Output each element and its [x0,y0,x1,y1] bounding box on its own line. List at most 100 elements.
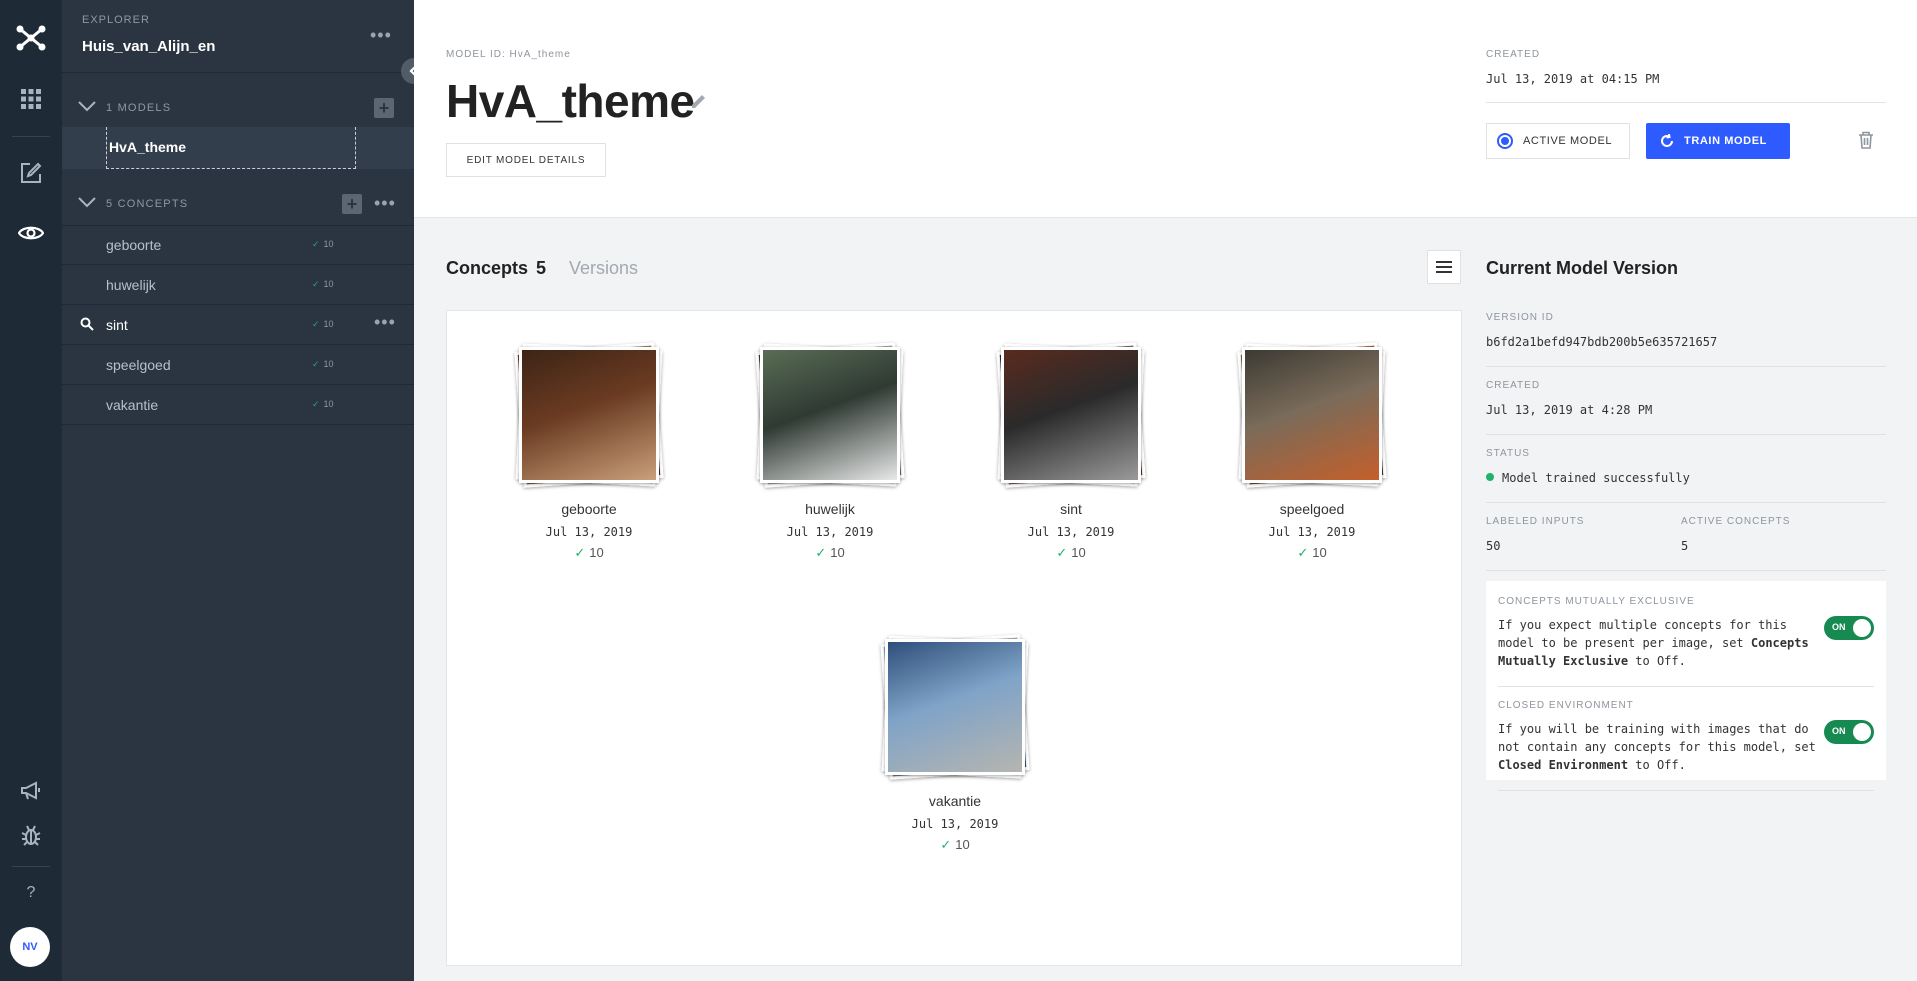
closed-environment-description: If you will be training with images that… [1498,722,1816,772]
page-title: HvA_theme [446,75,695,127]
active-model-button[interactable]: ACTIVE MODEL [1486,123,1630,159]
active-concepts-label: ACTIVE CONCEPTS [1681,516,1791,527]
concept-thumbnail-stack[interactable] [875,633,1035,780]
pencil-icon[interactable] [690,92,708,110]
concept-card-speelgoed[interactable]: speelgoed Jul 13, 2019 ✓ 10 [1232,341,1392,561]
models-count-label: 1 MODELS [106,102,172,114]
explorer-label: EXPLORER [82,14,150,26]
concept-date: Jul 13, 2019 [786,525,874,539]
model-header: MODEL ID: HvA_theme HvA_theme EDIT MODEL… [414,0,1917,218]
tab-concepts[interactable]: Concepts 5 [446,258,546,279]
concept-name: huwelijk [106,277,156,293]
sidebar-divider [62,72,414,73]
panel-divider [1498,686,1874,687]
created-value: Jul 13, 2019 at 04:15 PM [1486,72,1660,86]
list-view-button[interactable] [1427,250,1461,284]
concept-thumbnail-stack[interactable] [509,341,669,488]
train-model-label: TRAIN MODEL [1684,135,1767,147]
panel-divider [1486,434,1886,435]
concept-date: Jul 13, 2019 [545,525,633,539]
avatar[interactable]: NV [10,927,50,967]
concept-card-huwelijk[interactable]: huwelijk Jul 13, 2019 ✓ 10 [750,341,910,561]
concept-card-sint[interactable]: sint Jul 13, 2019 ✓ 10 [991,341,1151,561]
concept-menu-icon[interactable]: ••• [374,313,396,331]
check-icon: ✓ [1056,545,1068,560]
check-icon: ✓ [312,399,320,409]
panel-divider [1486,502,1886,503]
concept-row-huwelijk[interactable]: huwelijk ✓ 10 [62,265,414,305]
train-model-button[interactable]: TRAIN MODEL [1646,123,1790,159]
concept-thumbnail-stack[interactable] [750,341,910,488]
check-icon: ✓ [312,359,320,369]
labeled-inputs-value: 50 [1486,539,1501,553]
mutually-exclusive-label: CONCEPTS MUTUALLY EXCLUSIVE [1498,596,1695,607]
rail-divider [12,136,50,137]
search-icon[interactable] [80,317,94,331]
eye-icon[interactable] [0,218,62,248]
mutually-exclusive-description: If you expect multiple concepts for this… [1498,618,1809,668]
tab-versions[interactable]: Versions [569,258,638,279]
bug-icon[interactable] [0,820,62,850]
concept-row-vakantie[interactable]: vakantie ✓ 10 [62,385,414,425]
closed-environment-toggle[interactable]: ON [1824,720,1874,744]
app-menu-icon[interactable]: ••• [370,26,392,44]
panel-divider [1486,366,1886,367]
model-name: HvA_theme [109,139,187,155]
clarifai-logo-icon[interactable] [0,18,62,58]
concept-count: ✓ 10 [1056,545,1086,560]
version-created-label: CREATED [1486,380,1541,391]
concept-count: ✓ 10 [940,837,970,852]
version-id-value: b6fd2a1befd947bdb200b5e635721657 [1486,335,1718,349]
apps-grid-icon[interactable] [0,84,62,114]
version-id-label: VERSION ID [1486,312,1554,323]
concept-name: sint [106,317,128,333]
thumbnail-front [885,639,1025,775]
concept-row-speelgoed[interactable]: speelgoed ✓ 10 [62,345,414,385]
concept-row-sint[interactable]: sint ✓ 10 ••• [62,305,414,345]
concept-date: Jul 13, 2019 [1268,525,1356,539]
concepts-menu-icon[interactable]: ••• [374,194,396,212]
check-icon: ✓ [312,239,320,249]
concept-row-geboorte[interactable]: geboorte ✓ 10 [62,225,414,265]
concept-date: Jul 13, 2019 [1027,525,1115,539]
concept-count: ✓ 10 [1297,545,1327,560]
check-icon: ✓ [312,319,320,329]
check-icon: ✓ [815,545,827,560]
status-dot-icon [1486,473,1494,481]
check-icon: ✓ [574,545,586,560]
add-model-button[interactable]: + [374,98,394,118]
concept-name: sint [1060,501,1082,517]
panel-divider [1486,570,1886,571]
app-name[interactable]: Huis_van_Alijn_en [82,38,215,55]
help-icon[interactable]: ? [0,878,62,908]
concept-grid: geboorte Jul 13, 2019 ✓ 10 huwelijk Jul 1… [446,310,1462,966]
check-icon: ✓ [312,279,320,289]
concepts-section-header[interactable]: 5 CONCEPTS + ••• [62,186,414,224]
header-divider [1486,102,1886,103]
concept-name: vakantie [928,793,982,809]
thumbnail-front [1242,347,1382,483]
concept-card-vakantie[interactable]: vakantie Jul 13, 2019 ✓ 10 [875,633,1035,853]
models-section-header[interactable]: 1 MODELS + [62,90,414,128]
announcement-icon[interactable] [0,776,62,806]
concept-card-geboorte[interactable]: geboorte Jul 13, 2019 ✓ 10 [509,341,669,561]
refresh-icon [1661,134,1673,147]
check-icon: ✓ [940,837,952,852]
concept-name: vakantie [106,397,159,413]
edit-icon[interactable] [0,158,62,188]
trash-icon[interactable] [1858,131,1874,149]
mutually-exclusive-toggle[interactable]: ON [1824,616,1874,640]
concept-thumbnail-stack[interactable] [991,341,1151,488]
status-value: Model trained successfully [1486,471,1690,485]
concept-thumbnail-stack[interactable] [1232,341,1392,488]
concept-name: geboorte [561,501,617,517]
model-settings-box: CONCEPTS MUTUALLY EXCLUSIVE If you expec… [1486,581,1886,791]
concept-count: ✓ 10 [312,239,334,249]
add-concept-button[interactable]: + [342,194,362,214]
chevron-down-icon[interactable] [78,100,96,112]
edit-model-details-button[interactable]: EDIT MODEL DETAILS [446,143,606,177]
explorer-sidebar: EXPLORER Huis_van_Alijn_en ••• 1 MODELS … [62,0,414,981]
chevron-down-icon[interactable] [78,196,96,208]
model-item-hva-theme[interactable]: HvA_theme [106,127,356,169]
active-concepts-value: 5 [1681,539,1689,553]
